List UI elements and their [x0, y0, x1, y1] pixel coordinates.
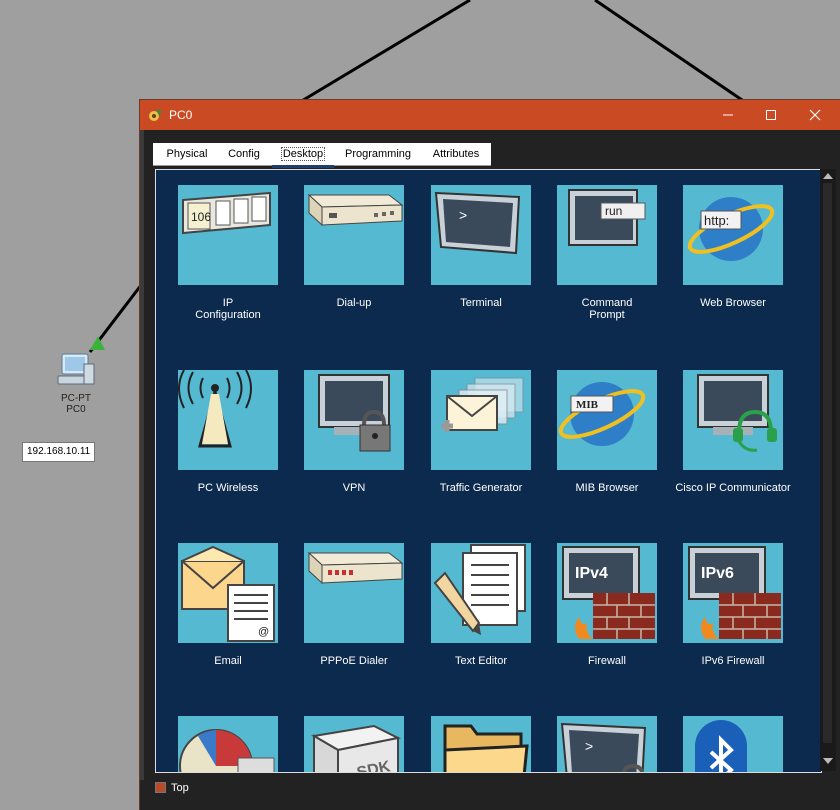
app-email[interactable]: @ Email: [165, 543, 291, 667]
vertical-scrollbar[interactable]: [820, 169, 836, 771]
app-dial-up[interactable]: Dial-up: [291, 185, 417, 309]
app-label: Cisco IP Communicator: [675, 482, 791, 494]
app-label: VPN: [342, 482, 366, 494]
app-mib-browser[interactable]: MIB MIB Browser: [544, 370, 670, 494]
app-pppoe-dialer[interactable]: PPPoE Dialer: [291, 543, 417, 667]
command-prompt-icon: run: [557, 185, 657, 285]
svg-text:>: >: [585, 738, 593, 754]
app-firewall[interactable]: IPv4 Firewall: [544, 543, 670, 667]
mib-browser-icon: MIB: [557, 370, 657, 470]
app-ip-configuration[interactable]: 106 IP Configuration: [165, 185, 291, 321]
app-terminal[interactable]: > Terminal: [418, 185, 544, 309]
app-partial-3[interactable]: [418, 716, 544, 772]
ip-configuration-icon: 106: [178, 185, 278, 285]
bluetooth-icon: [683, 716, 783, 772]
scroll-down-icon[interactable]: [823, 758, 833, 764]
app-label: MIB Browser: [575, 482, 639, 494]
web-browser-icon: http:: [683, 185, 783, 285]
link-line[interactable]: [299, 0, 471, 104]
tab-desktop[interactable]: Desktop: [272, 143, 334, 168]
tab-physical[interactable]: Physical: [157, 143, 217, 165]
vpn-lock-icon: [304, 370, 404, 470]
scrollbar-thumb[interactable]: [823, 183, 832, 743]
desktop-panel: 106 IP Configuration Dial-up > Terminal …: [155, 169, 822, 773]
app-partial-5[interactable]: [670, 716, 796, 772]
window-title: PC0: [169, 108, 193, 122]
pppoe-modem-icon: [304, 543, 404, 643]
maximize-icon: [766, 110, 776, 120]
packet-tracer-icon: [149, 109, 162, 121]
scroll-up-icon[interactable]: [823, 173, 833, 179]
terminal-icon: >: [431, 185, 531, 285]
firewall-ipv4-icon: IPv4: [557, 543, 657, 643]
pie-chart-app-icon: [178, 716, 278, 772]
app-label: Dial-up: [336, 297, 372, 309]
svg-text:MIB: MIB: [576, 399, 599, 411]
top-checkbox-label: Top: [171, 782, 189, 794]
ip-communicator-icon: [683, 370, 783, 470]
app-label: Traffic Generator: [439, 482, 523, 494]
app-label: Email: [214, 655, 242, 667]
tab-programming[interactable]: Programming: [337, 143, 419, 165]
app-label: Web Browser: [700, 297, 766, 309]
close-icon: [809, 109, 821, 121]
minimize-button[interactable]: [706, 100, 750, 130]
sdk-box-icon: SDK: [304, 716, 404, 772]
text-editor-icon: [431, 543, 531, 643]
app-pc-wireless[interactable]: PC Wireless: [165, 370, 291, 494]
pc-window: PC0 Physical Config Desktop Programming …: [140, 100, 840, 810]
wireless-tower-icon: [178, 370, 278, 470]
link-line[interactable]: [594, 0, 746, 104]
app-text-editor[interactable]: Text Editor: [418, 543, 544, 667]
svg-text:IPv6: IPv6: [701, 565, 734, 582]
firewall-ipv6-icon: IPv6: [683, 543, 783, 643]
title-bar[interactable]: PC0: [140, 100, 840, 130]
app-label: PC Wireless: [197, 482, 259, 494]
app-traffic-generator[interactable]: Traffic Generator: [418, 370, 544, 494]
app-partial-4[interactable]: >: [544, 716, 670, 772]
svg-text:>: >: [459, 207, 467, 223]
tab-attributes[interactable]: Attributes: [423, 143, 489, 165]
top-checkbox[interactable]: [155, 782, 166, 793]
folder-icon: [431, 716, 531, 772]
app-label: Text Editor: [455, 655, 507, 667]
device-type-label: PC-PT: [61, 393, 91, 404]
link-status-icon: [90, 336, 105, 350]
app-ipv6-firewall[interactable]: IPv6 IPv6 Firewall: [670, 543, 796, 667]
app-label: Command Prompt: [581, 297, 633, 321]
email-icon: @: [178, 543, 278, 643]
window-border: [140, 130, 144, 810]
traffic-generator-icon: [431, 370, 531, 470]
pc-icon: [57, 353, 95, 385]
app-label: Firewall: [588, 655, 626, 667]
app-label: IP Configuration: [195, 297, 261, 321]
app-partial-1[interactable]: [165, 716, 291, 772]
app-vpn[interactable]: VPN: [291, 370, 417, 494]
maximize-button[interactable]: [749, 100, 793, 130]
svg-text:run: run: [605, 204, 622, 218]
svg-text:http:: http:: [704, 213, 729, 228]
app-cisco-ip-communicator[interactable]: Cisco IP Communicator: [670, 370, 796, 494]
modem-icon: [304, 185, 404, 285]
app-label: PPPoE Dialer: [320, 655, 388, 667]
app-command-prompt[interactable]: run Command Prompt: [544, 185, 670, 321]
pc-device-node[interactable]: PC-PT PC0: [54, 352, 98, 415]
tab-bar: Physical Config Desktop Programming Attr…: [153, 143, 491, 168]
close-button[interactable]: [793, 100, 837, 130]
terminal-lock-icon: >: [557, 716, 657, 772]
svg-text:@: @: [258, 626, 269, 638]
window-footer: Top: [140, 780, 840, 810]
ip-address-label: 192.168.10.11: [22, 442, 96, 462]
svg-text:106: 106: [191, 210, 211, 224]
app-label: Terminal: [460, 297, 502, 309]
svg-text:IPv4: IPv4: [575, 565, 608, 582]
device-name-label: PC0: [66, 404, 86, 415]
tab-config[interactable]: Config: [217, 143, 271, 165]
minimize-icon: [723, 114, 733, 116]
app-label: IPv6 Firewall: [701, 655, 765, 667]
app-web-browser[interactable]: http: Web Browser: [670, 185, 796, 309]
app-partial-2[interactable]: SDK: [291, 716, 417, 772]
